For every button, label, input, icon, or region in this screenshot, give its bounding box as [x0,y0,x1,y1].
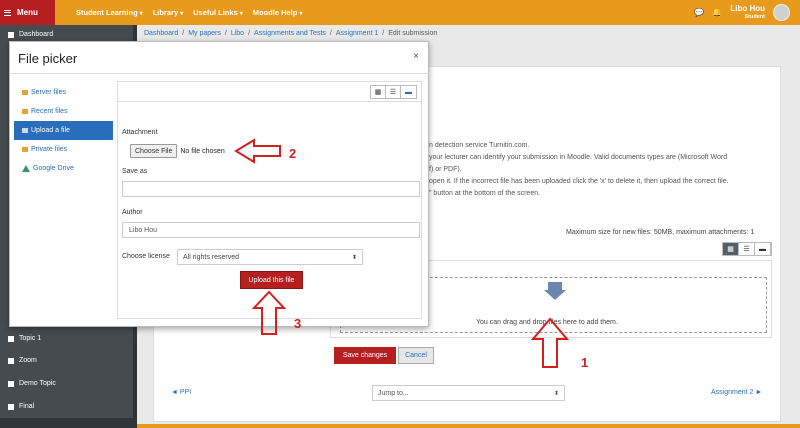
save-changes-button[interactable]: Save changes [334,347,396,364]
folder-icon [8,357,14,364]
choose-file-button[interactable]: Choose File [130,144,178,158]
dialog-title: File picker [18,51,78,66]
select-caret-icon: ⬍ [351,254,357,261]
download-arrow-icon [544,290,566,300]
google-drive-icon [22,165,30,172]
jump-to-select[interactable]: Jump to... ⬍ [372,385,565,401]
menu-label: Menu [17,8,38,17]
instructions-line-1: n detection service Turnitin.com. [429,142,530,149]
folder-view-icon[interactable]: ▬ [401,86,416,98]
nav-student-learning[interactable]: Student Learning ▾ [76,8,143,17]
cancel-button[interactable]: Cancel [398,347,434,364]
menu-button[interactable]: Menu [0,0,55,25]
drawer-item-topic-1[interactable]: Topic 1 [8,335,41,342]
divider [10,73,430,74]
folder-icon [8,335,14,342]
grid-view-icon[interactable]: ▦ [723,243,739,255]
breadcrumb-assignment[interactable]: Assignment 1 [336,30,378,37]
footer-bar [137,424,800,428]
drawer-item-dashboard[interactable]: Dashboard [8,31,53,38]
server-files-icon [22,90,28,95]
fp-view-switcher: ▦ ☰ ▬ [370,85,417,99]
dashboard-icon [8,31,14,38]
repo-recent-files[interactable]: Recent files [14,102,113,121]
user-area: 💬 🔔 Libo Hou Student [694,0,790,25]
user-menu[interactable]: Libo Hou Student [730,4,765,22]
annotation-label-3: 3 [294,316,302,331]
file-picker-dialog: File picker × Server files Recent files … [9,41,430,327]
private-files-icon [22,147,28,152]
annotation-arrow-2 [234,138,281,164]
top-navbar: Menu Student Learning ▾ Library ▾ Useful L… [0,0,800,25]
save-as-label: Save as [122,168,148,175]
close-icon[interactable]: × [413,51,419,62]
author-label: Author [122,209,143,216]
hamburger-icon [4,9,11,16]
repo-private-files[interactable]: Private files [14,140,113,159]
breadcrumb: Dashboard / My papers / Libo / Assignments … [144,30,438,37]
recent-files-icon [22,109,28,114]
upload-icon [22,128,28,133]
annotation-arrow-3 [251,290,287,335]
instructions-line-5: " button at the bottom of the screen. [429,190,541,197]
nav-library[interactable]: Library ▾ [153,8,183,17]
breadcrumb-current: Edit submission [388,30,438,37]
upload-file-button[interactable]: Upload this file [240,271,303,289]
file-input[interactable]: Choose File No file chosen [130,144,225,158]
avatar[interactable] [773,4,790,21]
drawer-item-demo-topic[interactable]: Demo Topic [8,380,56,387]
caret-down-icon: ▾ [239,11,243,17]
nav-useful-links[interactable]: Useful Links ▾ [193,8,243,17]
list-view-icon[interactable]: ☰ [386,86,401,98]
list-view-icon[interactable]: ☰ [739,243,755,255]
folder-view-icon[interactable]: ▬ [755,243,771,255]
fp-toolbar: ▦ ☰ ▬ [118,82,421,102]
caret-down-icon: ▾ [299,11,303,17]
annotation-arrow-1 [530,317,570,368]
select-caret-icon: ⬍ [553,390,559,397]
drawer-item-final[interactable]: Final [8,403,34,410]
grid-view-icon[interactable]: ▦ [371,86,386,98]
caret-down-icon: ▾ [139,11,143,17]
annotation-label-1: 1 [581,355,589,370]
user-name: Libo Hou [730,3,765,13]
author-field[interactable]: Libo Hou [122,222,420,238]
attachment-label: Attachment [122,129,158,136]
repo-google-drive[interactable]: Google Drive [14,159,113,178]
drawer-item-zoom[interactable]: Zoom [8,357,37,364]
no-file-text: No file chosen [180,147,225,155]
nav-moodle-help[interactable]: Moodle Help ▾ [253,8,303,17]
view-switcher: ▦ ☰ ▬ [722,242,772,256]
instructions-line-3: f) or PDF). [429,166,462,173]
repository-list: Server files Recent files Upload a file … [14,83,113,178]
caret-down-icon: ▾ [180,11,184,17]
save-as-field[interactable] [122,181,420,197]
license-label: Choose license [122,253,170,260]
repo-upload-file[interactable]: Upload a file [14,121,113,140]
folder-icon [8,380,14,387]
max-size-note: Maximum size for new files: 50MB, maximu… [566,229,755,236]
breadcrumb-section[interactable]: Assignments and Tests [254,30,326,37]
breadcrumb-my-papers[interactable]: My papers [188,30,221,37]
annotation-label-2: 2 [289,146,297,161]
next-activity-link[interactable]: Assignment 2 ► [711,389,762,396]
file-picker-panel: ▦ ☰ ▬ Attachment Choose File No file cho… [117,81,422,319]
top-nav: Student Learning ▾ Library ▾ Useful Links ▾… [76,0,302,25]
breadcrumb-dashboard[interactable]: Dashboard [144,30,178,37]
messages-icon[interactable]: 💬 [694,8,704,17]
instructions-line-2: your lecturer can identify your submissi… [429,154,728,161]
user-role: Student [744,13,765,20]
folder-icon [8,403,14,410]
license-select[interactable]: All rights reserved ⬍ [177,249,363,265]
notifications-icon[interactable]: 🔔 [712,8,722,17]
drawer-footer [0,418,137,428]
prev-activity-link[interactable]: ◄ PPI [171,389,191,396]
repo-server-files[interactable]: Server files [14,83,113,102]
breadcrumb-course[interactable]: Libo [231,30,244,37]
instructions-line-4: open it. If the incorrect file has been … [429,178,729,185]
